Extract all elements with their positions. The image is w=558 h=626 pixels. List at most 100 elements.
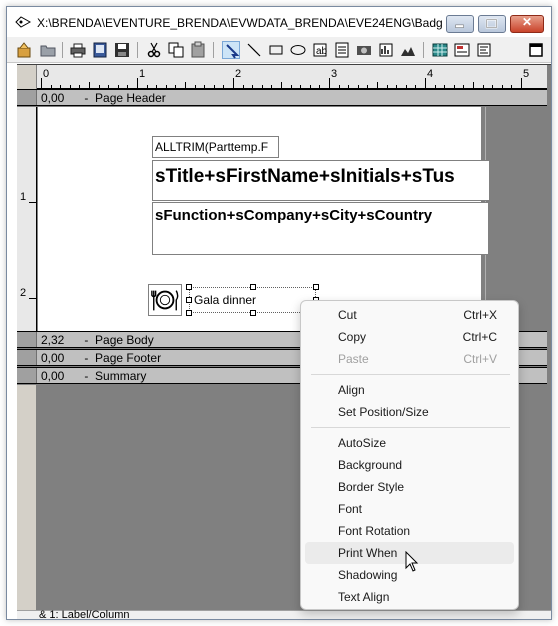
ruler-tick <box>29 202 37 203</box>
menu-separator <box>311 374 510 375</box>
function-expression-field[interactable]: sFunction+sCompany+sCity+sCountry <box>152 202 489 255</box>
menu-separator <box>311 427 510 428</box>
open-icon[interactable] <box>39 41 57 59</box>
selection-handle[interactable] <box>186 310 192 316</box>
menu-item-copy[interactable]: Copy Ctrl+C <box>305 326 514 348</box>
ruler-tick <box>137 78 138 88</box>
menu-item-label: Align <box>338 383 365 397</box>
ruler-tick <box>348 85 350 88</box>
close-button[interactable]: ✕ <box>510 15 544 33</box>
menu-item-label: Paste <box>338 352 369 366</box>
minimize-button[interactable] <box>446 15 474 33</box>
menu-item-label: Border Style <box>338 480 405 494</box>
menu-item-set-position-size[interactable]: Set Position/Size <box>305 401 514 423</box>
save-icon[interactable] <box>113 41 131 59</box>
label-icon[interactable] <box>333 41 351 59</box>
menu-item-label: AutoSize <box>338 436 387 450</box>
horizontal-ruler: 0 1 2 3 4 5 <box>17 65 547 89</box>
ruler-number: 3 <box>331 68 338 80</box>
ruler-tick <box>386 85 388 88</box>
band-handle <box>17 90 37 105</box>
left-gutter <box>17 385 37 610</box>
ruler-tick <box>425 78 426 88</box>
menu-item-align[interactable]: Align <box>305 379 514 401</box>
ellipse-icon[interactable] <box>289 41 307 59</box>
ruler-tick <box>300 85 302 88</box>
ruler-number: 1 <box>139 68 146 80</box>
dinner-plate-icon[interactable] <box>148 284 182 316</box>
ruler-tick <box>108 85 110 88</box>
maximize-button[interactable] <box>478 15 506 33</box>
selection-handle[interactable] <box>186 297 192 303</box>
ruler-tick <box>482 85 484 88</box>
ruler-tick <box>415 85 417 88</box>
menu-item-background[interactable]: Background <box>305 454 514 476</box>
menu-item-paste[interactable]: Paste Ctrl+V <box>305 348 514 370</box>
ruler-tick <box>223 85 225 88</box>
ruler-tick <box>434 85 436 88</box>
ruler-tick <box>29 298 37 299</box>
paste-icon[interactable] <box>189 41 207 59</box>
ruler-tick <box>319 85 321 88</box>
image-icon[interactable] <box>355 41 373 59</box>
tab-label-column[interactable]: & 1: Label/Column <box>39 609 130 619</box>
print-preview-icon[interactable] <box>91 41 109 59</box>
field-icon[interactable]: ab <box>311 41 329 59</box>
ruler-tick <box>194 85 196 88</box>
ruler-tick <box>281 82 282 88</box>
band-handle <box>17 350 37 365</box>
toolbar-separator <box>62 42 63 58</box>
menu-item-text-align[interactable]: Text Align <box>305 586 514 608</box>
title-expression-field[interactable]: sTitle+sFirstName+sInitials+sTus <box>152 160 490 201</box>
grid-icon[interactable] <box>431 41 449 59</box>
ruler-tick <box>521 78 522 88</box>
menu-item-border-style[interactable]: Border Style <box>305 476 514 498</box>
mouse-pointer-icon <box>405 550 419 573</box>
pointer-icon[interactable] <box>222 41 240 59</box>
ruler-tick <box>492 85 494 88</box>
menu-shortcut: Ctrl+V <box>463 352 497 366</box>
data-icon[interactable] <box>453 41 471 59</box>
selection-handle[interactable] <box>250 310 256 316</box>
print-icon[interactable] <box>69 41 87 59</box>
menu-item-font-rotation[interactable]: Font Rotation <box>305 520 514 542</box>
ruler-corner <box>17 65 37 89</box>
chart-icon[interactable] <box>377 41 395 59</box>
toggle-panel-icon[interactable] <box>527 41 545 59</box>
menu-item-cut[interactable]: Cut Ctrl+X <box>305 304 514 326</box>
picture-icon[interactable] <box>399 41 417 59</box>
ruler-tick <box>501 85 503 88</box>
menu-item-font[interactable]: Font <box>305 498 514 520</box>
close-icon: ✕ <box>521 15 533 29</box>
selection-handle[interactable] <box>313 284 319 290</box>
ruler-tick <box>463 85 465 88</box>
menu-item-label: Text Align <box>338 590 390 604</box>
ruler-tick <box>367 85 369 88</box>
ruler-tick <box>329 78 330 88</box>
panel-icon[interactable] <box>475 41 493 59</box>
ruler-tick <box>156 85 158 88</box>
ruler-tick <box>233 78 234 88</box>
menu-item-autosize[interactable]: AutoSize <box>305 432 514 454</box>
ruler-tick <box>213 85 215 88</box>
ruler-tick <box>290 85 292 88</box>
ruler-tick <box>79 85 81 88</box>
band-label: 2,32 - Page Body <box>41 333 154 347</box>
menu-item-label: Shadowing <box>338 568 398 582</box>
selection-handle[interactable] <box>250 284 256 290</box>
ruler-tick <box>338 85 340 88</box>
alltrim-field[interactable]: ALLTRIM(Parttemp.F <box>152 136 279 158</box>
menu-item-label: Font Rotation <box>338 524 411 538</box>
ruler-tick <box>473 82 474 88</box>
cut-icon[interactable] <box>145 41 163 59</box>
selection-handle[interactable] <box>186 284 192 290</box>
band-handle <box>17 368 37 383</box>
copy-icon[interactable] <box>167 41 185 59</box>
rectangle-icon[interactable] <box>267 41 285 59</box>
band-label: 0,00 - Page Header <box>41 91 166 105</box>
new-report-icon[interactable] <box>15 41 33 59</box>
ruler-number: 2 <box>20 287 27 299</box>
band-page-header[interactable]: 0,00 - Page Header <box>17 89 547 106</box>
ruler-tick <box>444 85 446 88</box>
line-icon[interactable] <box>245 41 263 59</box>
